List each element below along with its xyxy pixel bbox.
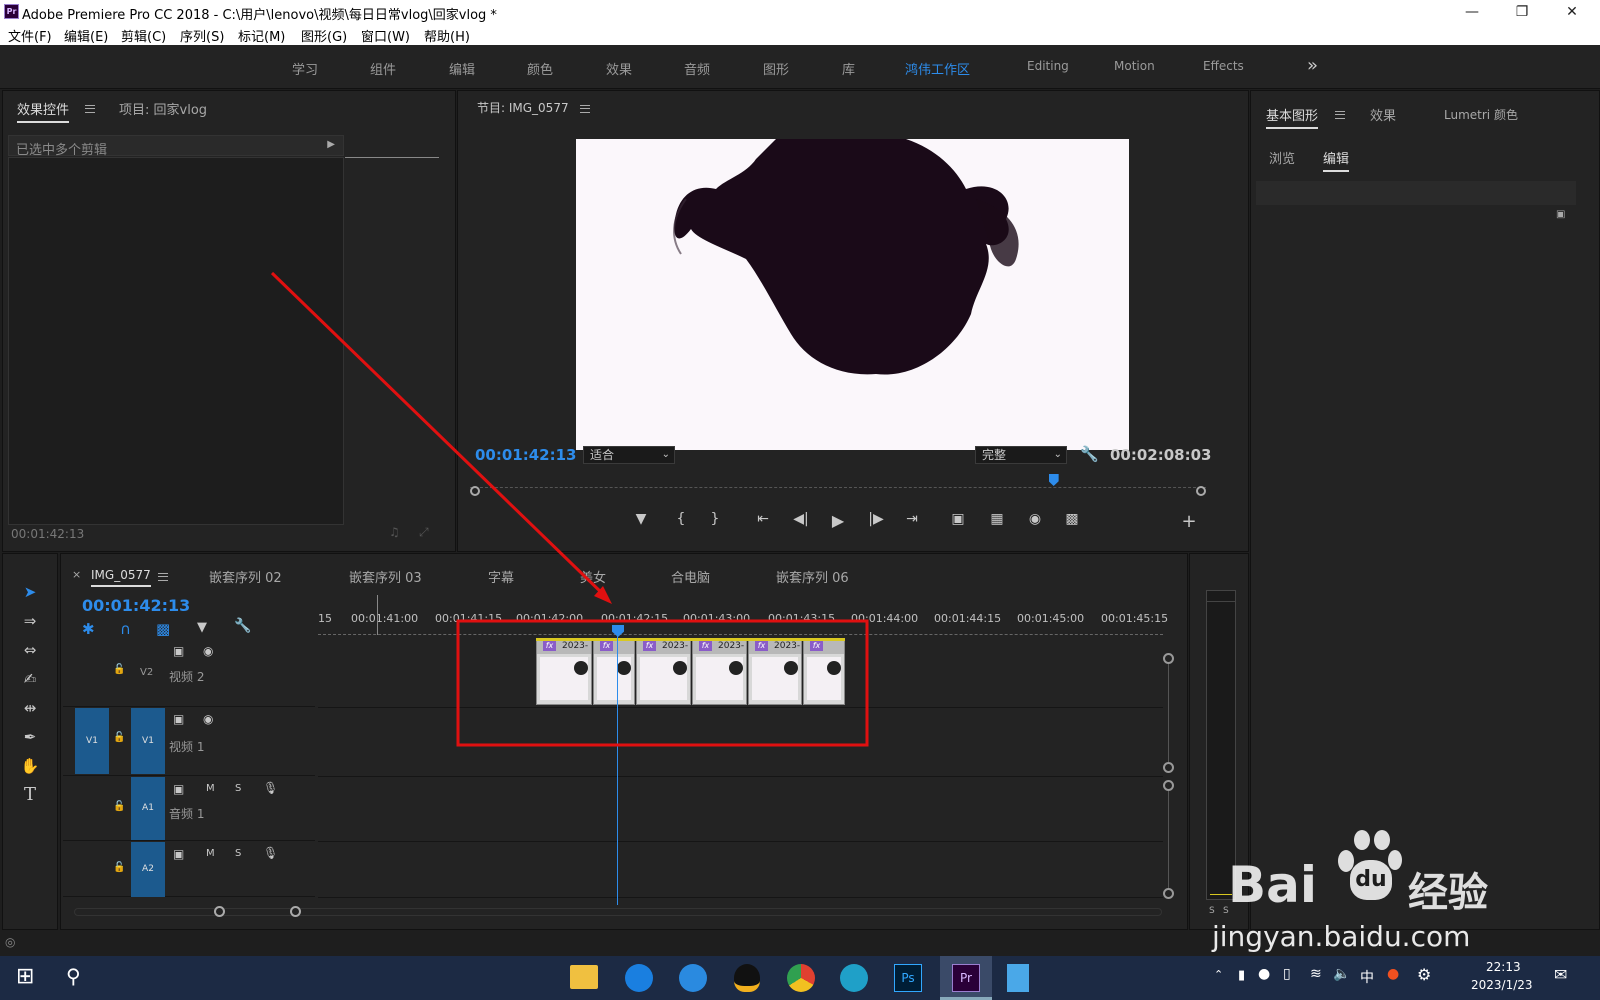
watermark-brand2: 经验 [1408, 870, 1488, 916]
notification-icon[interactable]: ✉ [1554, 965, 1567, 984]
search-icon[interactable]: ⚲ [66, 964, 81, 988]
annotation-arrow-line [270, 271, 607, 598]
premiere-icon[interactable]: Pr [952, 964, 980, 992]
annotation-box [456, 619, 869, 747]
baidu-watermark: Bai du 经验 jingyan.baidu.com [1212, 822, 1558, 962]
qq-browser-icon[interactable] [625, 964, 653, 992]
wifi-icon[interactable]: ≋ [1310, 966, 1322, 982]
ie-browser-icon[interactable] [679, 964, 707, 992]
notepad-icon[interactable] [1007, 964, 1029, 992]
qq-icon[interactable] [734, 964, 760, 992]
watermark-url: jingyan.baidu.com [1212, 920, 1471, 953]
edge-icon[interactable] [840, 964, 868, 992]
clock-date[interactable]: 2023/1/23 [1471, 978, 1533, 992]
windows-start-icon[interactable]: ⊞ [16, 964, 34, 989]
chrome-icon[interactable] [787, 964, 815, 992]
watermark-brand: Bai [1228, 856, 1317, 914]
usb-icon[interactable]: ▮ [1238, 968, 1245, 983]
sogou-icon[interactable]: ● [1387, 966, 1399, 982]
ime-indicator[interactable]: 中 [1360, 967, 1374, 987]
volume-icon[interactable]: 🔈 [1333, 966, 1350, 982]
clock-time[interactable]: 22:13 [1486, 960, 1521, 974]
photoshop-icon[interactable]: Ps [894, 964, 922, 992]
chevron-up-icon[interactable]: ⌃ [1214, 968, 1223, 981]
battery-icon[interactable]: ▯ [1283, 966, 1291, 982]
file-explorer-icon[interactable] [570, 965, 598, 989]
taskbar: ⊞ ⚲ Ps Pr ⌃ ▮ ● ▯ ≋ 🔈 中 ● ⚙ 22:13 2023/1… [0, 956, 1600, 1000]
settings-gear-icon[interactable]: ⚙ [1417, 965, 1431, 984]
baidu-paw-icon: du [1332, 822, 1402, 902]
qq-tray-icon[interactable]: ● [1258, 966, 1270, 982]
